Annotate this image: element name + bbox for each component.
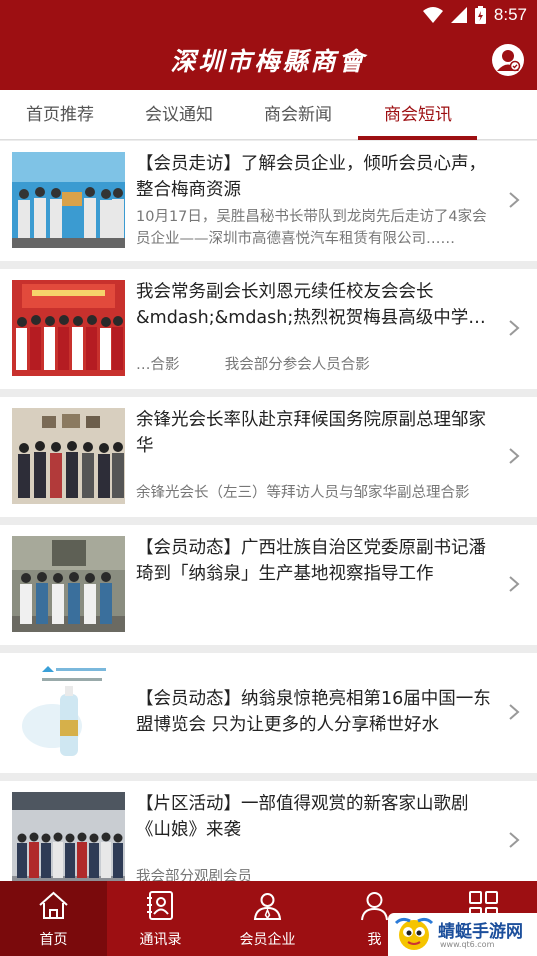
- category-tabs: 首页推荐 会议通知 商会新闻 商会短讯: [0, 90, 537, 140]
- battery-icon: [474, 6, 486, 24]
- tab-chamber-news[interactable]: 商会新闻: [238, 90, 358, 140]
- news-title: 【会员动态】纳翁泉惊艳亮相第16届中国一东盟博览会 只为让更多的人分享稀世好水: [136, 689, 491, 735]
- nav-contacts-label: 通讯录: [139, 932, 182, 948]
- watermark-url: www.qt6.com: [440, 940, 495, 949]
- news-summary: 余锋光会长（左三）等拜访人员与邹家华副总理合影: [136, 485, 470, 501]
- chevron-right-icon: [509, 192, 520, 208]
- news-thumbnail: [12, 152, 125, 248]
- news-title: 余锋光会长率队赴京拜候国务院原副总理邹家华: [136, 410, 486, 456]
- watermark: 蜻蜓手游网 www.qt6.com: [388, 913, 537, 956]
- news-title: 【会员走访】了解会员企业，倾听会员心声，整合梅商资源: [136, 154, 486, 200]
- active-tab-indicator: [358, 136, 477, 140]
- news-thumbnail: [12, 536, 125, 632]
- tab-chamber-briefs[interactable]: 商会短讯: [358, 90, 478, 140]
- chevron-right-icon: [509, 832, 520, 848]
- news-title: 我会常务副会长刘恩元续任校友会会长&mdash;&mdash;热烈祝贺梅县高级中…: [136, 282, 486, 328]
- signal-icon: [450, 7, 467, 23]
- list-item[interactable]: 【会员走访】了解会员企业，倾听会员心声，整合梅商资源 10月17日，吴胜昌秘书长…: [0, 141, 537, 261]
- news-thumbnail: [12, 280, 125, 376]
- tab-home-recommend[interactable]: 首页推荐: [0, 90, 120, 140]
- list-item[interactable]: 余锋光会长率队赴京拜候国务院原副总理邹家华 余锋光会长（左三）等拜访人员与邹家华…: [0, 397, 537, 517]
- members-icon: [253, 893, 282, 920]
- dragonfly-logo-icon: [394, 917, 434, 950]
- news-thumbnail: [12, 408, 125, 504]
- news-title: 【会员动态】广西壮族自治区党委原副书记潘琦到「纳翁泉」生产基地视察指导工作: [136, 538, 486, 584]
- chevron-right-icon: [509, 576, 520, 592]
- profile-button[interactable]: [492, 44, 524, 76]
- news-summary: …合影 我会部分参会人员合影: [136, 354, 491, 376]
- page-title: 深圳市梅縣商會: [170, 47, 367, 76]
- list-item[interactable]: 【会员动态】广西壮族自治区党委原副书记潘琦到「纳翁泉」生产基地视察指导工作: [0, 525, 537, 645]
- chevron-right-icon: [509, 704, 520, 720]
- watermark-text: 蜻蜓手游网: [438, 922, 523, 942]
- chevron-right-icon: [509, 448, 520, 464]
- nav-home[interactable]: 首页: [0, 881, 107, 956]
- chevron-right-icon: [509, 320, 520, 336]
- person-icon: [361, 892, 388, 921]
- status-icons: 8:57: [422, 4, 527, 26]
- wifi-icon: [422, 7, 443, 23]
- user-avatar-icon: [497, 50, 521, 72]
- nav-home-label: 首页: [39, 932, 68, 948]
- news-thumbnail: [12, 792, 125, 888]
- news-summary-right: 我会部分参会人员合影: [224, 357, 370, 373]
- nav-member-companies[interactable]: 会员企业: [214, 881, 321, 956]
- list-item[interactable]: 我会常务副会长刘恩元续任校友会会长&mdash;&mdash;热烈祝贺梅县高级中…: [0, 269, 537, 389]
- news-summary-left: …合影: [136, 357, 180, 373]
- news-summary: 10月17日，吴胜昌秘书长带队到龙岗先后走访了4家会员企业——深圳市高德喜悦汽车…: [136, 209, 487, 247]
- tab-meeting-notices[interactable]: 会议通知: [119, 90, 239, 140]
- news-title: 【片区活动】一部值得观赏的新客家山歌剧《山娘》来袭: [136, 794, 469, 840]
- home-icon: [39, 891, 68, 919]
- nav-member-companies-label: 会员企业: [239, 932, 296, 948]
- contacts-book-icon: [147, 891, 173, 920]
- news-thumbnail: [12, 664, 125, 760]
- nav-contacts[interactable]: 通讯录: [107, 881, 214, 956]
- status-time: 8:57: [493, 5, 527, 24]
- status-bar: 8:57: [0, 0, 537, 30]
- list-item[interactable]: 【会员动态】纳翁泉惊艳亮相第16届中国一东盟博览会 只为让更多的人分享稀世好水: [0, 653, 537, 773]
- app-header: 深圳市梅縣商會: [0, 30, 537, 90]
